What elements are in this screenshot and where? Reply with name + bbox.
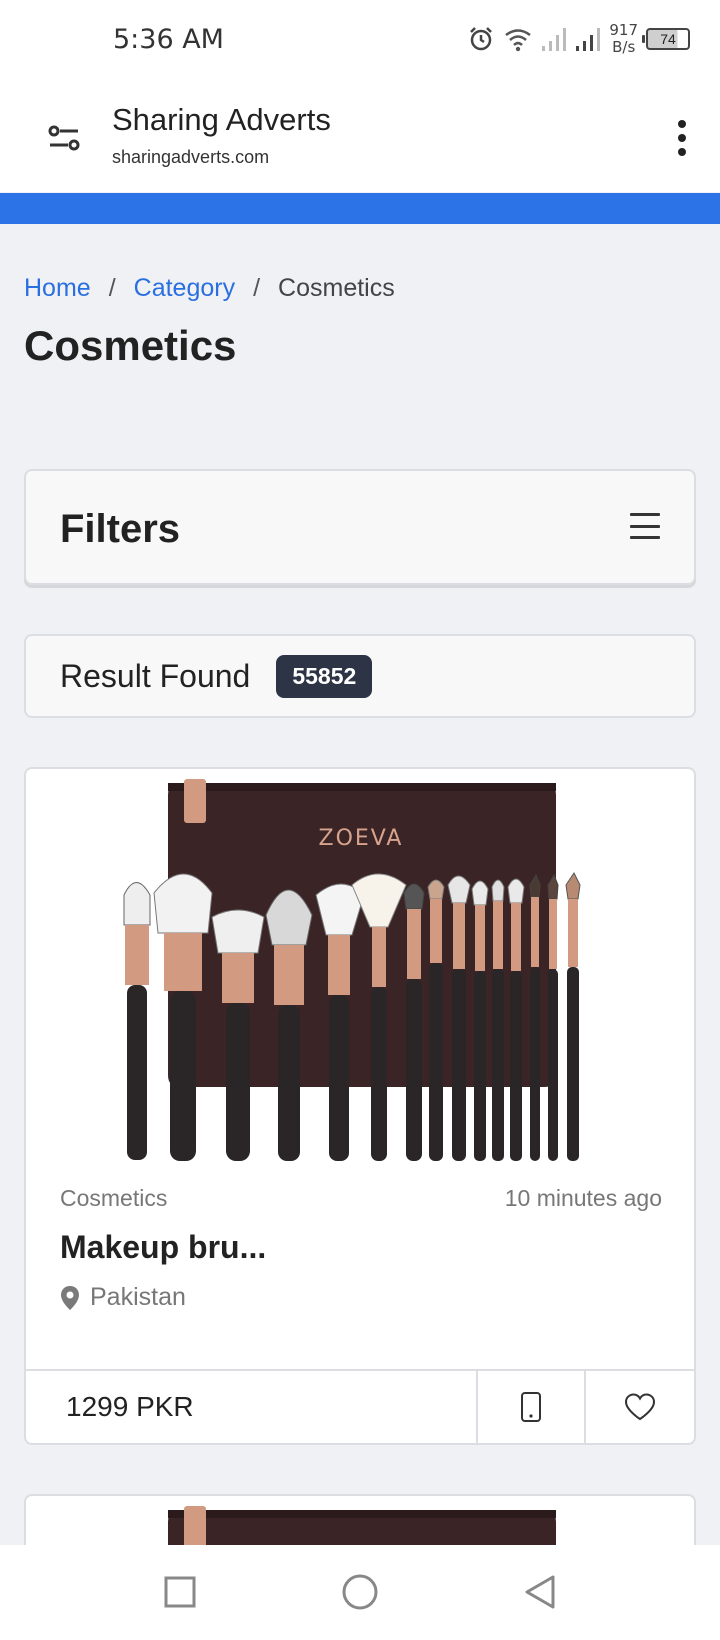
product-price: 1299 PKR <box>26 1371 478 1443</box>
alarm-icon <box>470 27 493 51</box>
status-bar: 5:36 AM 917 B/s 74 <box>0 0 720 80</box>
home-button[interactable] <box>335 1567 385 1617</box>
network-speed-value: 917 <box>609 21 638 39</box>
product-footer: 1299 PKR <box>26 1369 694 1443</box>
square-icon <box>164 1576 196 1608</box>
browser-toolbar: Sharing Adverts sharingadverts.com <box>0 80 720 192</box>
back-triangle-icon <box>525 1575 555 1609</box>
breadcrumb-separator: / <box>253 274 261 302</box>
site-settings-icon[interactable] <box>44 118 84 158</box>
breadcrumb-current: Cosmetics <box>278 274 395 302</box>
filters-menu-icon[interactable] <box>630 513 660 539</box>
recent-apps-button[interactable] <box>155 1567 205 1617</box>
result-summary: Result Found 55852 <box>24 634 696 718</box>
heart-icon <box>624 1393 656 1421</box>
result-label: Result Found <box>60 657 251 694</box>
more-options-icon[interactable] <box>672 116 692 160</box>
result-count-badge: 55852 <box>276 654 373 698</box>
battery-icon: 74 <box>642 28 690 50</box>
filters-title: Filters <box>60 507 181 551</box>
favorite-button[interactable] <box>586 1371 694 1443</box>
product-price-text: 1299 PKR <box>66 1391 194 1422</box>
breadcrumb-category-link[interactable]: Category <box>134 274 235 303</box>
product-card[interactable]: ZOEVA Cosmetics 10 minutes ago Makeup br… <box>24 767 696 1445</box>
breadcrumb-home-link[interactable]: Home <box>24 274 91 303</box>
page-title: Cosmetics <box>24 322 237 369</box>
brand-logo-text: ZOEVA <box>319 826 404 851</box>
product-time: 10 minutes ago <box>504 1185 662 1211</box>
product-location: Pakistan <box>60 1283 186 1312</box>
site-title: Sharing Adverts <box>112 102 331 137</box>
breadcrumb-separator: / <box>108 274 116 302</box>
site-header-bar <box>0 193 720 224</box>
product-category: Cosmetics <box>60 1185 168 1211</box>
status-time: 5:36 AM <box>113 24 224 55</box>
system-nav-bar <box>0 1545 720 1640</box>
product-location-text: Pakistan <box>90 1283 186 1311</box>
wifi-icon <box>505 29 532 52</box>
signal-icon <box>542 28 567 51</box>
product-image[interactable]: ZOEVA <box>116 775 606 1175</box>
battery-level: 74 <box>660 31 676 47</box>
network-speed: 917 B/s <box>609 22 638 56</box>
phone-icon <box>521 1392 541 1422</box>
signal-icon <box>576 28 601 51</box>
back-button[interactable] <box>515 1567 565 1617</box>
breadcrumb: Home / Category / Cosmetics <box>24 274 395 303</box>
status-icons: 917 B/s 74 <box>467 22 690 56</box>
site-url[interactable]: sharingadverts.com <box>112 147 269 168</box>
filters-panel[interactable]: Filters <box>24 469 696 585</box>
call-button[interactable] <box>478 1371 586 1443</box>
network-speed-unit: B/s <box>612 38 636 56</box>
location-pin-icon <box>61 1285 79 1310</box>
circle-icon <box>342 1574 378 1610</box>
product-title[interactable]: Makeup bru... <box>60 1229 266 1266</box>
